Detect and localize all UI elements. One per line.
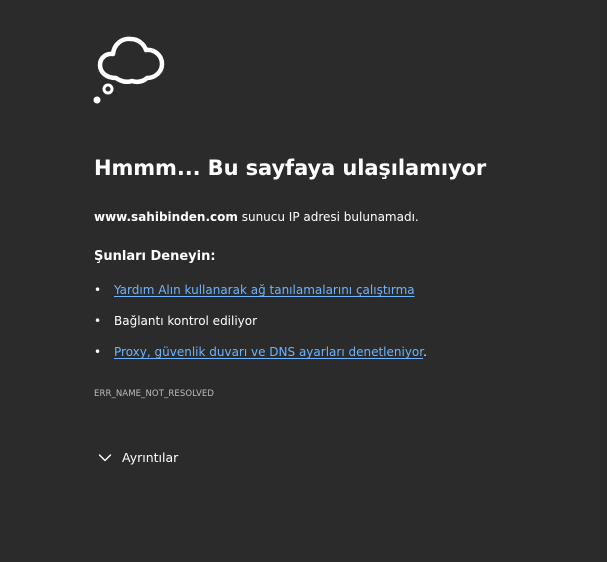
bullet: • (94, 314, 102, 328)
bullet: • (94, 345, 102, 359)
try-heading: Şunları Deneyin: (94, 249, 216, 264)
host-name: www.sahibinden.com (94, 210, 238, 224)
suggestion-item: • Bağlantı kontrol ediliyor (94, 313, 427, 344)
details-toggle-button[interactable]: Ayrıntılar (98, 450, 178, 465)
details-label: Ayrıntılar (122, 450, 179, 465)
suggestion-item: • Yardım Alın kullanarak ağ tanılamaları… (94, 282, 427, 313)
description-suffix: sunucu IP adresi bulunamadı. (237, 210, 419, 224)
cloud-thought-icon (93, 36, 165, 104)
page-title: Hmmm... Bu sayfaya ulaşılamıyor (94, 156, 487, 180)
suggestion-item: • Proxy, güvenlik duvarı ve DNS ayarları… (94, 344, 427, 375)
error-description: www.sahibinden.com sunucu IP adresi bulu… (94, 210, 419, 224)
proxy-firewall-dns-link[interactable]: Proxy, güvenlik duvarı ve DNS ayarları d… (114, 345, 423, 359)
suggestion-suffix: . (423, 345, 427, 359)
suggestion-list: • Yardım Alın kullanarak ağ tanılamaları… (94, 282, 427, 375)
error-code: ERR_NAME_NOT_RESOLVED (94, 389, 215, 399)
chevron-down-icon (98, 453, 112, 461)
bullet: • (94, 283, 102, 297)
check-connection-text: Bağlantı kontrol ediliyor (114, 314, 258, 328)
run-diagnostics-link[interactable]: Yardım Alın kullanarak ağ tanılamalarını… (114, 283, 415, 297)
